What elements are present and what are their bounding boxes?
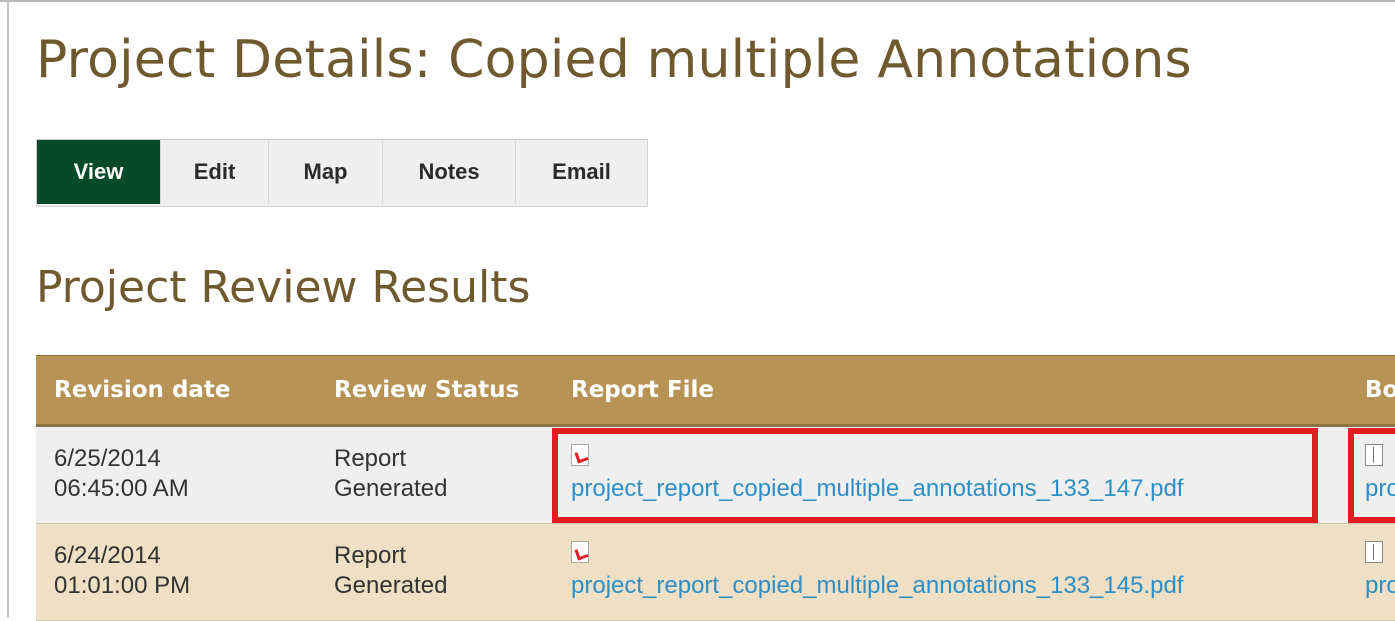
review-status-line1: Report — [334, 445, 407, 472]
revision-time: 06:45:00 AM — [54, 475, 189, 502]
column-header-report-file[interactable]: Report File — [571, 356, 714, 424]
review-status-cell: Report Generated — [334, 444, 447, 504]
table-header-row: Revision date Review Status Report File … — [36, 355, 1395, 427]
review-status-line2: Generated — [334, 475, 448, 502]
table-row: 6/24/2014 01:01:00 PM Report Generated p… — [36, 524, 1395, 621]
report-file-link[interactable]: project_report_copied_multiple_annotatio… — [571, 475, 1183, 502]
report-file-cell: project_report_copied_multiple_annotatio… — [571, 444, 1183, 504]
revision-date-cell: 6/25/2014 06:45:00 AM — [54, 444, 189, 504]
table-row: 6/25/2014 06:45:00 AM Report Generated p… — [36, 427, 1395, 524]
project-tabs: View Edit Map Notes Email — [36, 139, 648, 207]
tab-notes[interactable]: Notes — [383, 140, 516, 204]
extra-file-link[interactable]: pro — [1365, 572, 1395, 599]
tab-edit[interactable]: Edit — [161, 140, 269, 204]
revision-time: 01:01:00 PM — [54, 572, 191, 599]
section-title: Project Review Results — [36, 262, 531, 313]
extra-file-link[interactable]: pro — [1365, 475, 1395, 502]
extra-file-cell: pro — [1365, 444, 1395, 504]
revision-date-cell: 6/24/2014 01:01:00 PM — [54, 541, 190, 601]
review-status-line1: Report — [334, 542, 407, 569]
revision-date: 6/24/2014 — [54, 542, 161, 569]
review-status-cell: Report Generated — [334, 541, 447, 601]
pdf-icon[interactable] — [571, 444, 589, 466]
extra-file-cell: pro — [1365, 541, 1395, 601]
report-file-link[interactable]: project_report_copied_multiple_annotatio… — [571, 572, 1183, 599]
revision-date: 6/25/2014 — [54, 445, 161, 472]
review-results-table: Revision date Review Status Report File … — [36, 355, 1395, 621]
window-top-border — [0, 0, 1395, 2]
document-icon[interactable] — [1365, 541, 1383, 563]
report-file-cell: project_report_copied_multiple_annotatio… — [571, 541, 1183, 601]
tab-map[interactable]: Map — [269, 140, 383, 204]
window-left-border — [7, 0, 9, 618]
tab-email[interactable]: Email — [516, 140, 647, 204]
column-header-revision-date[interactable]: Revision date — [54, 356, 231, 424]
page-title: Project Details: Copied multiple Annotat… — [36, 30, 1192, 90]
column-header-truncated: Bo — [1365, 377, 1395, 403]
tab-view[interactable]: View — [37, 140, 161, 204]
document-icon[interactable] — [1365, 444, 1383, 466]
review-status-line2: Generated — [334, 572, 448, 599]
pdf-icon[interactable] — [571, 541, 589, 563]
column-header-review-status[interactable]: Review Status — [334, 356, 519, 424]
